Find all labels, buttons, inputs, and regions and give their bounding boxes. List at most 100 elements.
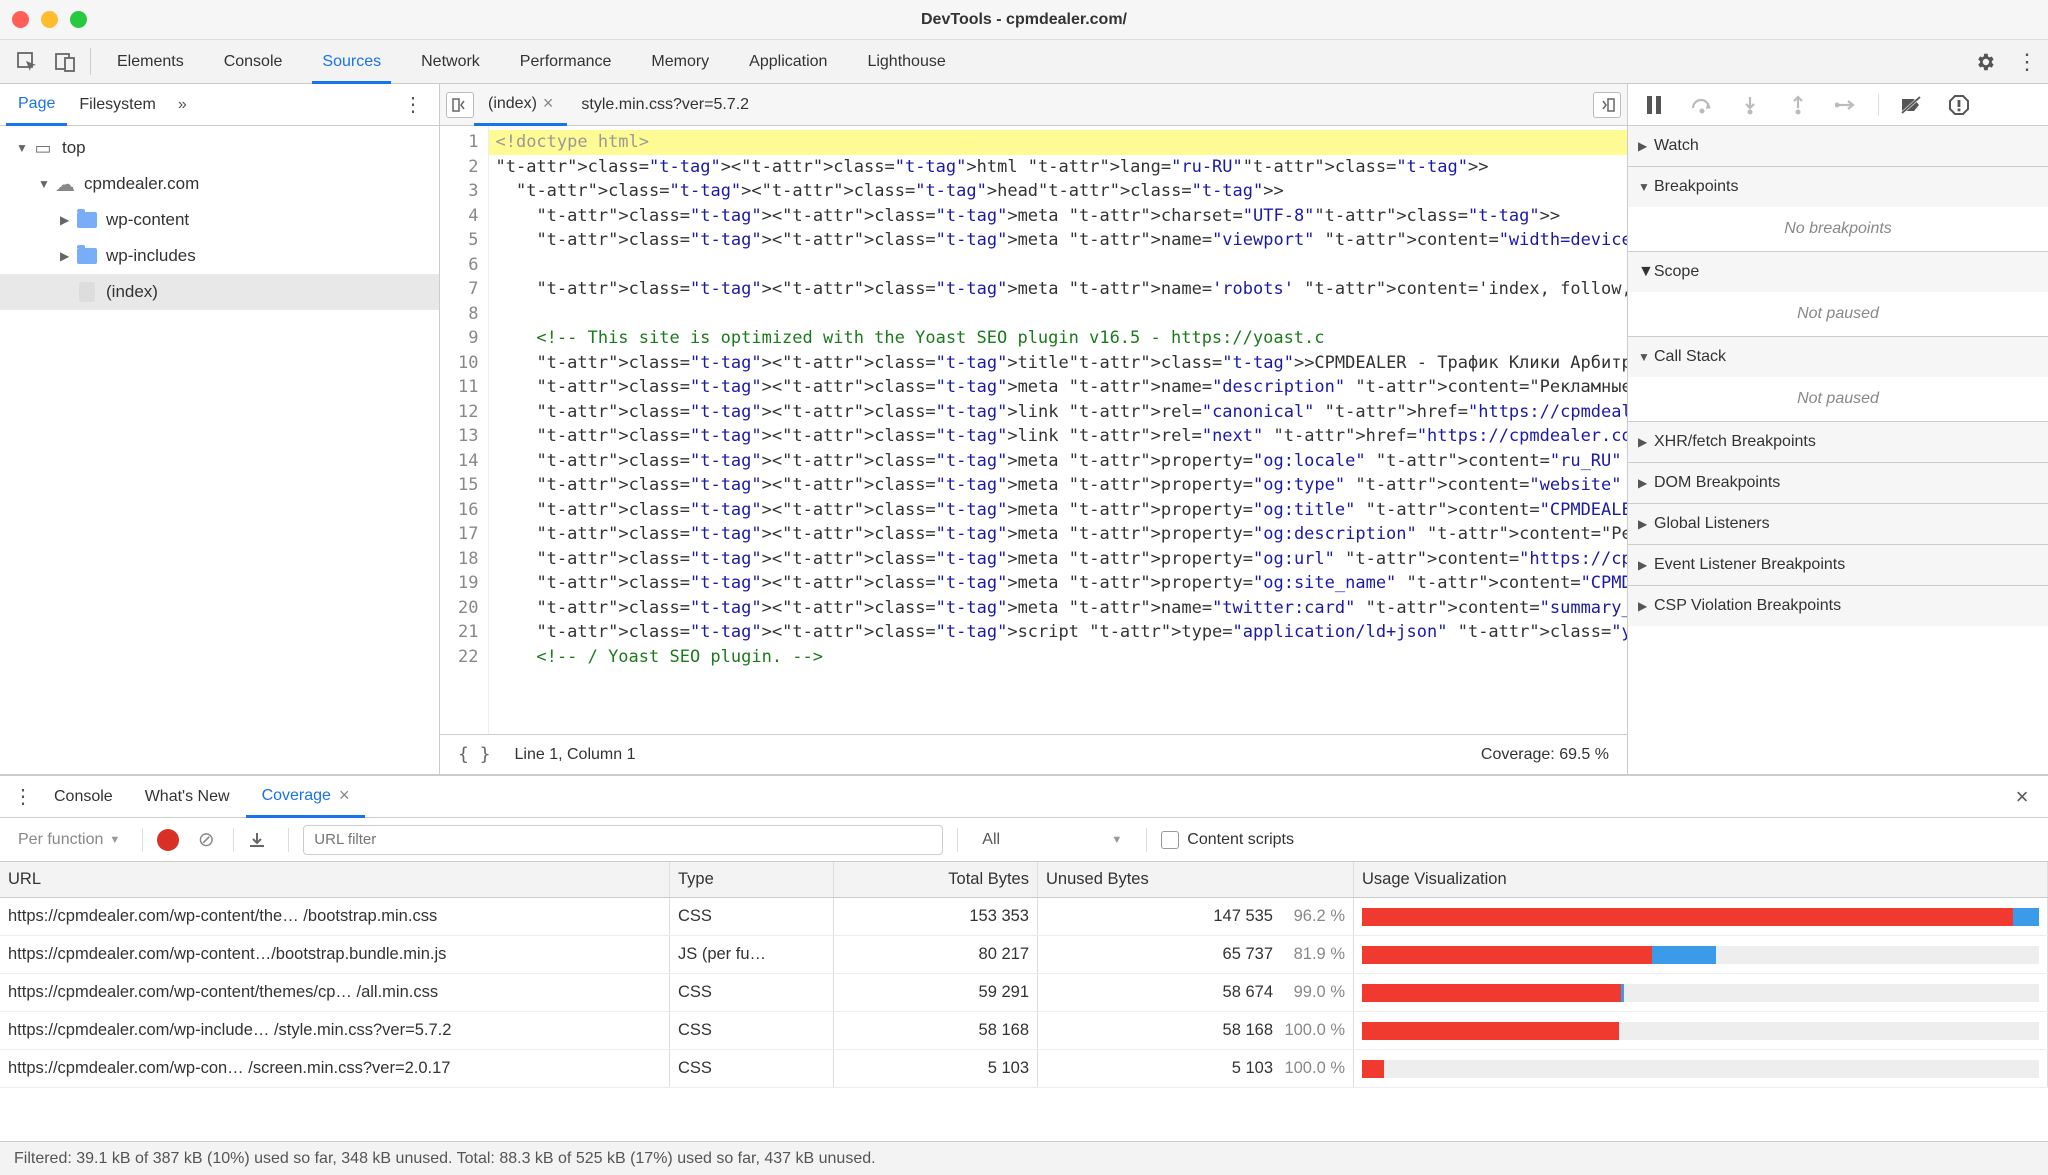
debug-section-breakpoints: ▼Breakpoints No breakpoints xyxy=(1628,167,2048,252)
coverage-stat: Coverage: 69.5 % xyxy=(1481,746,1609,764)
col-viz[interactable]: Usage Visualization xyxy=(1354,862,2048,897)
drawer-more-icon[interactable]: ⋮ xyxy=(8,784,38,809)
col-unused[interactable]: Unused Bytes xyxy=(1038,862,1354,897)
close-tab-icon[interactable]: × xyxy=(339,785,350,806)
pretty-print-icon[interactable]: { } xyxy=(458,744,491,765)
device-toolbar-icon[interactable] xyxy=(46,40,84,83)
step-icon[interactable] xyxy=(1830,97,1862,113)
tree-file-index[interactable]: (index) xyxy=(0,274,439,310)
editor-tab-label: (index) xyxy=(488,95,537,113)
cloud-icon xyxy=(54,173,76,195)
record-button[interactable] xyxy=(157,829,179,851)
top-tab-sources[interactable]: Sources xyxy=(302,40,401,83)
window-titlebar: DevTools - cpmdealer.com/ xyxy=(0,0,2048,40)
nav-tab-filesystem[interactable]: Filesystem xyxy=(67,84,167,125)
tree-label: wp-content xyxy=(106,210,189,230)
code-editor[interactable]: 12345678910111213141516171819202122 <!do… xyxy=(440,126,1627,734)
more-menu-icon[interactable]: ⋮ xyxy=(2006,40,2048,83)
drawer-tabs: ⋮ Console What's New Coverage× × xyxy=(0,776,2048,818)
code-content[interactable]: <!doctype html>"t-attr">class="t-tag"><"… xyxy=(489,126,1627,734)
step-out-icon[interactable] xyxy=(1782,95,1814,115)
coverage-row[interactable]: https://cpmdealer.com/wp-content/themes/… xyxy=(0,974,2048,1012)
not-paused-text: Not paused xyxy=(1628,292,2048,336)
close-window-button[interactable] xyxy=(12,11,29,28)
step-into-icon[interactable] xyxy=(1734,95,1766,115)
tree-frame-top[interactable]: ▼ top xyxy=(0,130,439,166)
editor-tab-index[interactable]: (index) × xyxy=(474,85,567,126)
col-type[interactable]: Type xyxy=(670,862,834,897)
file-tree: ▼ top ▼ cpmdealer.com ▶ wp-content ▶ wp-… xyxy=(0,126,439,774)
coverage-summary: Filtered: 39.1 kB of 387 kB (10%) used s… xyxy=(14,1150,876,1168)
editor-tab-style[interactable]: style.min.css?ver=5.7.2 xyxy=(567,84,763,125)
export-icon[interactable] xyxy=(248,831,274,849)
tree-label: top xyxy=(62,138,86,158)
top-tab-lighthouse[interactable]: Lighthouse xyxy=(847,40,965,83)
url-filter-input[interactable] xyxy=(303,825,943,855)
maximize-window-button[interactable] xyxy=(70,11,87,28)
debug-header-evlistener[interactable]: ▶Event Listener Breakpoints xyxy=(1628,545,2048,585)
col-url[interactable]: URL xyxy=(0,862,670,897)
drawer-tab-coverage[interactable]: Coverage× xyxy=(246,777,366,818)
debugger-toolbar xyxy=(1628,84,2048,126)
debug-header-csp[interactable]: ▶CSP Violation Breakpoints xyxy=(1628,586,2048,626)
debug-header-watch[interactable]: ▶Watch xyxy=(1628,126,2048,166)
editor-tab-label: style.min.css?ver=5.7.2 xyxy=(581,96,749,114)
source-editor: (index) × style.min.css?ver=5.7.2 123456… xyxy=(440,84,1628,774)
inspect-element-icon[interactable] xyxy=(8,40,46,83)
folder-icon xyxy=(76,209,98,231)
editor-history-forward-icon[interactable] xyxy=(1593,92,1621,118)
debug-section-csp: ▶CSP Violation Breakpoints xyxy=(1628,586,2048,626)
deactivate-breakpoints-icon[interactable] xyxy=(1895,95,1927,115)
navigator-tabs: Page Filesystem » ⋮ xyxy=(0,84,439,126)
minimize-window-button[interactable] xyxy=(41,11,58,28)
debug-header-global[interactable]: ▶Global Listeners xyxy=(1628,504,2048,544)
top-tab-console[interactable]: Console xyxy=(204,40,303,83)
nav-more-icon[interactable]: ⋮ xyxy=(393,92,433,117)
nav-tab-page[interactable]: Page xyxy=(6,85,67,126)
debug-section-dom: ▶DOM Breakpoints xyxy=(1628,463,2048,504)
coverage-table-header: URL Type Total Bytes Unused Bytes Usage … xyxy=(0,862,2048,898)
clear-icon[interactable]: ⊘ xyxy=(193,827,219,852)
tree-folder[interactable]: ▶ wp-includes xyxy=(0,238,439,274)
frame-icon xyxy=(32,137,54,159)
col-total[interactable]: Total Bytes xyxy=(834,862,1038,897)
editor-history-back-icon[interactable] xyxy=(446,92,474,118)
coverage-row[interactable]: https://cpmdealer.com/wp-content/the… /b… xyxy=(0,898,2048,936)
debug-header-xhr[interactable]: ▶XHR/fetch Breakpoints xyxy=(1628,422,2048,462)
top-tab-elements[interactable]: Elements xyxy=(97,40,204,83)
tree-folder[interactable]: ▶ wp-content xyxy=(0,202,439,238)
top-tab-performance[interactable]: Performance xyxy=(500,40,632,83)
debug-section-scope: ▼Scope Not paused xyxy=(1628,252,2048,337)
coverage-row[interactable]: https://cpmdealer.com/wp-content…/bootst… xyxy=(0,936,2048,974)
top-tab-application[interactable]: Application xyxy=(729,40,847,83)
top-tab-network[interactable]: Network xyxy=(401,40,500,83)
type-filter-select[interactable]: All▼ xyxy=(972,825,1132,855)
tree-label: wp-includes xyxy=(106,246,196,266)
close-drawer-icon[interactable]: × xyxy=(2004,784,2040,810)
coverage-row[interactable]: https://cpmdealer.com/wp-include… /style… xyxy=(0,1012,2048,1050)
nav-overflow-icon[interactable]: » xyxy=(168,96,197,114)
coverage-table: URL Type Total Bytes Unused Bytes Usage … xyxy=(0,862,2048,1141)
drawer-tab-console[interactable]: Console xyxy=(38,776,129,817)
window-title: DevTools - cpmdealer.com/ xyxy=(921,11,1127,29)
line-gutter: 12345678910111213141516171819202122 xyxy=(440,126,489,734)
no-breakpoints-text: No breakpoints xyxy=(1628,207,2048,251)
debug-header-callstack[interactable]: ▼Call Stack xyxy=(1628,337,2048,377)
drawer-tab-whatsnew[interactable]: What's New xyxy=(129,776,246,817)
close-tab-icon[interactable]: × xyxy=(543,93,554,114)
not-paused-text: Not paused xyxy=(1628,377,2048,421)
content-scripts-checkbox[interactable]: Content scripts xyxy=(1161,831,1294,849)
tree-domain[interactable]: ▼ cpmdealer.com xyxy=(0,166,439,202)
top-tab-memory[interactable]: Memory xyxy=(631,40,729,83)
pause-on-exceptions-icon[interactable] xyxy=(1943,95,1975,115)
traffic-lights xyxy=(12,11,87,28)
coverage-granularity-select[interactable]: Per function ▼ xyxy=(10,831,128,849)
editor-tabs: (index) × style.min.css?ver=5.7.2 xyxy=(440,84,1627,126)
coverage-row[interactable]: https://cpmdealer.com/wp-con… /screen.mi… xyxy=(0,1050,2048,1088)
debug-header-dom[interactable]: ▶DOM Breakpoints xyxy=(1628,463,2048,503)
tree-label: (index) xyxy=(106,282,158,302)
settings-icon[interactable] xyxy=(1964,40,2006,83)
pause-icon[interactable] xyxy=(1638,96,1670,114)
step-over-icon[interactable] xyxy=(1686,96,1718,114)
debug-header-breakpoints[interactable]: ▼Breakpoints xyxy=(1628,167,2048,207)
